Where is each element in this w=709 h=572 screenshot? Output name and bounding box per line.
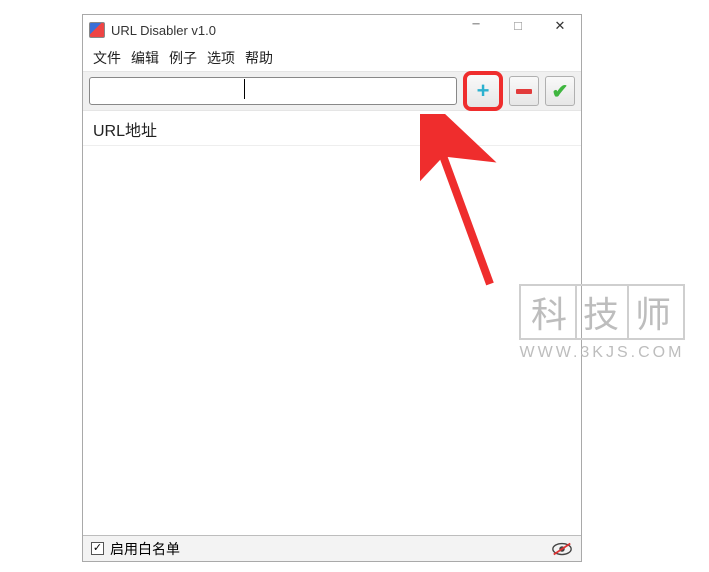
statusbar: ✓ 启用白名单 [83,535,581,561]
eye-disabled-icon [551,542,573,556]
menu-file[interactable]: 文件 [93,48,121,68]
app-window: URL Disabler v1.0 文件 编辑 例子 选项 帮助 + ✔ URL… [82,14,582,562]
toolbar: + ✔ [83,71,581,111]
menubar: 文件 编辑 例子 选项 帮助 [83,45,581,71]
maximize-button[interactable] [497,15,539,37]
apply-button[interactable]: ✔ [545,76,575,106]
add-button[interactable]: + [463,71,503,111]
minus-icon [516,89,532,94]
minimize-button[interactable] [455,15,497,37]
window-title: URL Disabler v1.0 [111,23,455,38]
window-controls [455,15,581,45]
app-icon [89,22,105,38]
url-list [83,146,581,535]
plus-icon: + [477,80,490,102]
menu-options[interactable]: 选项 [207,48,235,68]
titlebar: URL Disabler v1.0 [83,15,581,45]
menu-edit[interactable]: 编辑 [131,48,159,68]
whitelist-label: 启用白名单 [110,539,180,559]
list-header: URL地址 [83,111,581,146]
text-cursor [244,79,245,99]
menu-example[interactable]: 例子 [169,48,197,68]
menu-help[interactable]: 帮助 [245,48,273,68]
remove-button[interactable] [509,76,539,106]
close-button[interactable] [539,15,581,37]
url-input[interactable] [89,77,457,105]
check-icon: ✔ [552,79,569,104]
whitelist-checkbox[interactable]: ✓ [91,542,104,555]
